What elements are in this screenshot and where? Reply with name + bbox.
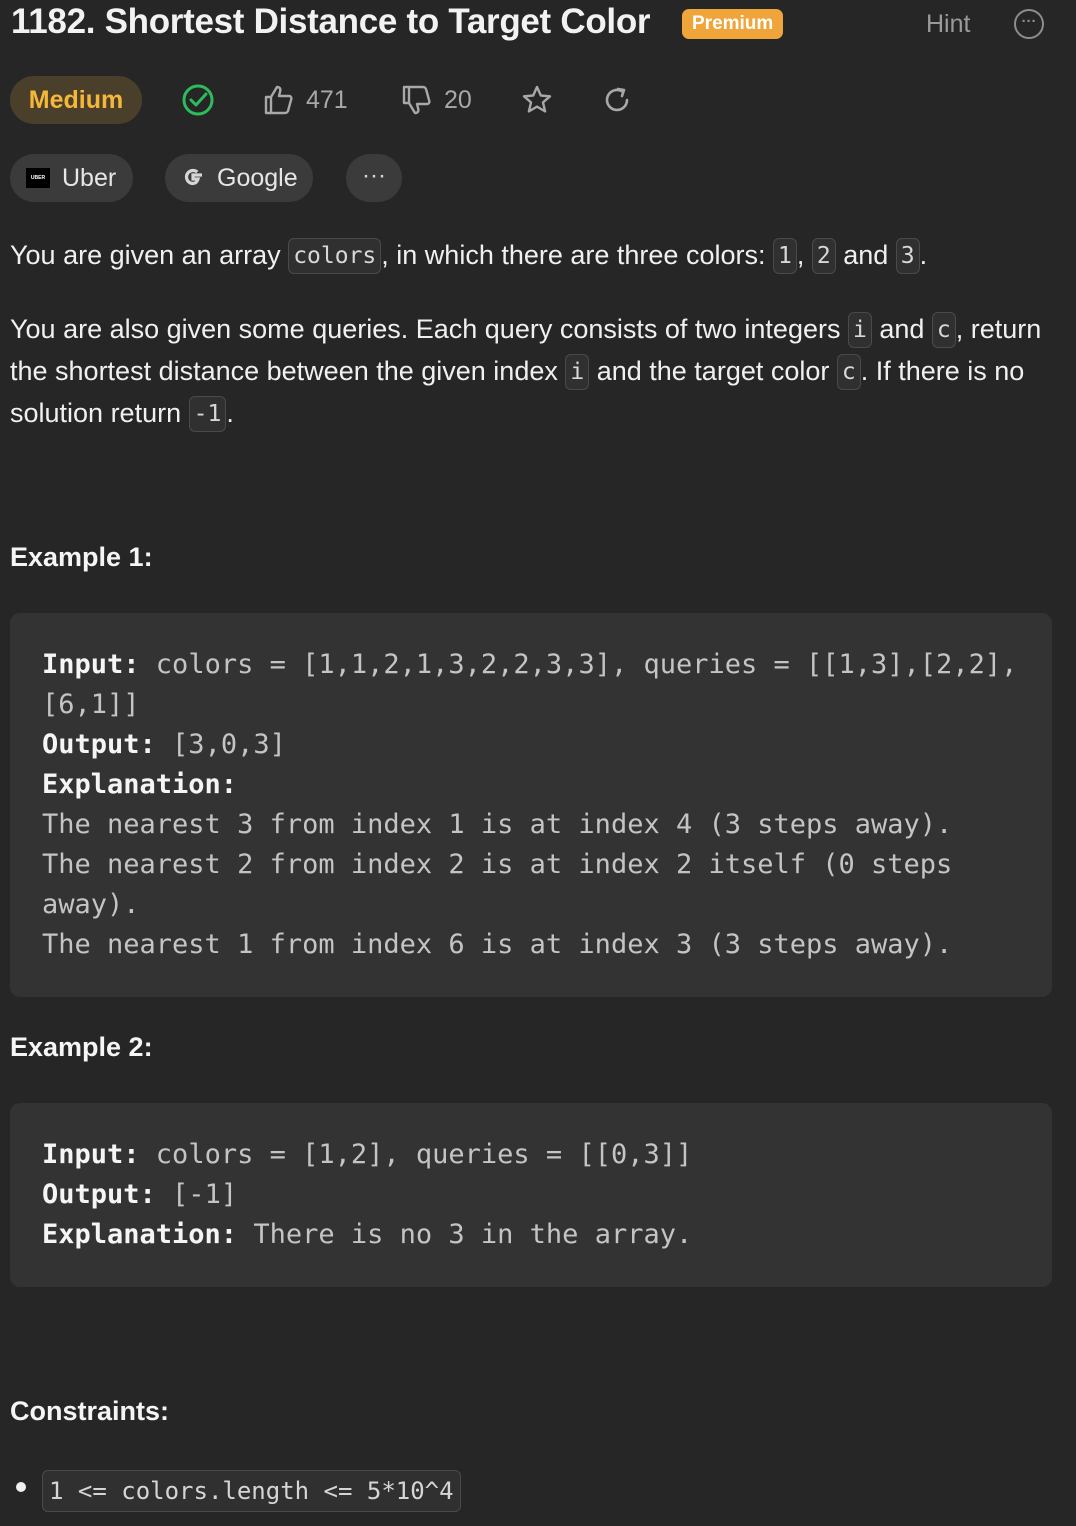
output-label: Output: bbox=[42, 729, 156, 760]
uber-logo-icon: UBER bbox=[26, 168, 50, 188]
inline-code: -1 bbox=[188, 396, 227, 432]
problem-title[interactable]: 1182. Shortest Distance to Target Color bbox=[11, 2, 651, 42]
inline-code: i bbox=[565, 354, 590, 390]
explanation-line: The nearest 2 from index 2 is at index 2… bbox=[42, 849, 969, 920]
likes-count: 471 bbox=[306, 86, 348, 114]
explanation-value: There is no 3 in the array. bbox=[237, 1219, 693, 1250]
inline-code: 2 bbox=[811, 238, 836, 274]
example-1-box: Input: colors = [1,1,2,1,3,2,2,3,3], que… bbox=[10, 613, 1052, 997]
inline-code: 1 bbox=[772, 238, 797, 274]
difficulty-badge: Medium bbox=[10, 76, 142, 124]
text: and the target color bbox=[589, 356, 837, 386]
problem-description-panel: 1182. Shortest Distance to Target Color … bbox=[0, 0, 1076, 1526]
text: . bbox=[919, 240, 928, 270]
ellipsis-circle-icon[interactable]: ··· bbox=[1014, 9, 1044, 39]
star-icon[interactable] bbox=[520, 83, 554, 117]
check-circle-icon bbox=[182, 84, 214, 116]
inline-code: colors bbox=[288, 238, 382, 274]
input-value: colors = [1,2], queries = [[0,3]] bbox=[139, 1139, 693, 1170]
text: . bbox=[226, 398, 234, 428]
explanation-label: Explanation: bbox=[42, 1219, 238, 1250]
output-value: [-1] bbox=[155, 1179, 238, 1210]
example-2-box: Input: colors = [1,2], queries = [[0,3]]… bbox=[10, 1103, 1052, 1287]
company-tag-label: Google bbox=[217, 164, 298, 192]
input-value: colors = [1,1,2,1,3,2,2,3,3], queries = … bbox=[42, 649, 1018, 720]
constraint-item: 1 <= colors.length <= 5*10^4 bbox=[42, 1470, 461, 1512]
text: and bbox=[835, 240, 896, 270]
description-paragraph-1: You are given an array colors, in which … bbox=[10, 234, 1060, 276]
text: You are also given some queries. Each qu… bbox=[10, 314, 848, 344]
explanation-line: The nearest 3 from index 1 is at index 4… bbox=[42, 809, 953, 840]
text: , bbox=[796, 240, 812, 270]
output-label: Output: bbox=[42, 1179, 156, 1210]
premium-badge: Premium bbox=[682, 9, 784, 39]
explanation-label: Explanation: bbox=[42, 769, 238, 800]
output-value: [3,0,3] bbox=[155, 729, 286, 760]
company-tag-uber[interactable]: UBER Uber bbox=[10, 154, 133, 202]
dislikes-count: 20 bbox=[444, 86, 472, 114]
thumbs-up-icon[interactable] bbox=[262, 83, 296, 117]
constraints-heading: Constraints: bbox=[10, 1396, 170, 1426]
input-label: Input: bbox=[42, 649, 140, 680]
explanation-line: The nearest 1 from index 6 is at index 3… bbox=[42, 929, 953, 960]
meta-row: Medium 471 20 bbox=[10, 76, 710, 124]
example-2-heading: Example 2: bbox=[10, 1032, 153, 1062]
company-tag-label: Uber bbox=[62, 164, 117, 192]
bullet-icon bbox=[16, 1482, 26, 1492]
inline-code: c bbox=[836, 354, 861, 390]
text: , in which there are three colors: bbox=[381, 240, 773, 270]
refresh-icon[interactable] bbox=[600, 83, 634, 117]
example-1-code: Input: colors = [1,1,2,1,3,2,2,3,3], que… bbox=[42, 645, 1032, 965]
description-paragraph-2: You are also given some queries. Each qu… bbox=[10, 308, 1060, 434]
inline-code: 3 bbox=[895, 238, 920, 274]
text: and bbox=[871, 314, 932, 344]
text: You are given an array bbox=[10, 240, 289, 270]
inline-code: c bbox=[931, 312, 956, 348]
hint-button[interactable]: Hint bbox=[926, 10, 970, 39]
title-row: 1182. Shortest Distance to Target Color … bbox=[11, 0, 1067, 50]
example-1-heading: Example 1: bbox=[10, 542, 153, 572]
input-label: Input: bbox=[42, 1139, 140, 1170]
inline-code: i bbox=[847, 312, 872, 348]
company-tag-google[interactable]: Google bbox=[165, 154, 313, 202]
example-2-code: Input: colors = [1,2], queries = [[0,3]]… bbox=[42, 1135, 1032, 1255]
google-logo-icon bbox=[184, 168, 202, 186]
more-tags-button[interactable]: ··· bbox=[346, 154, 402, 202]
thumbs-down-icon[interactable] bbox=[400, 83, 434, 117]
